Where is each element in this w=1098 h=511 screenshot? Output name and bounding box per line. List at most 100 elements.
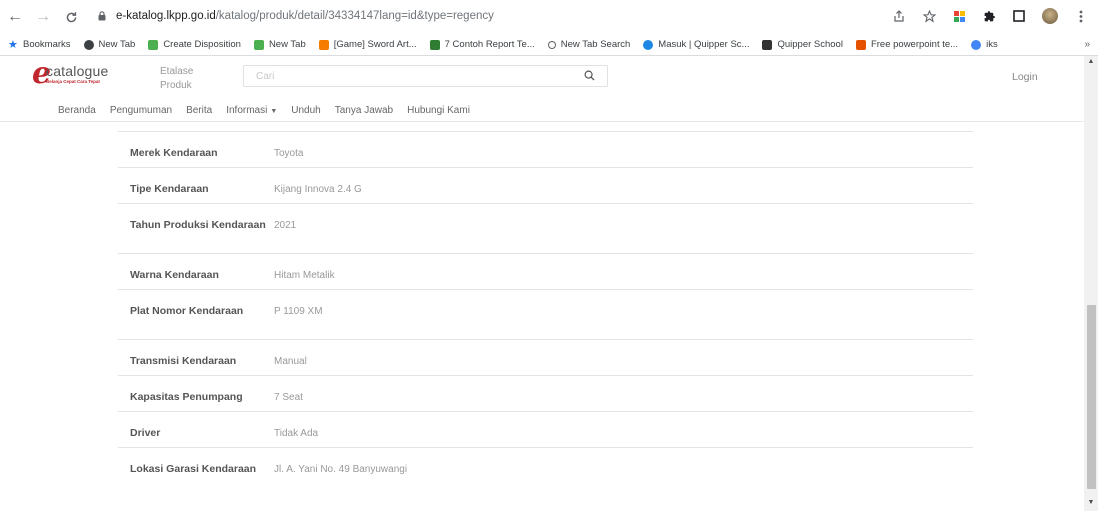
- logo-word: catalogue: [46, 63, 109, 79]
- spec-value: 2021: [274, 220, 297, 231]
- spec-label: Plat Nomor Kendaraan: [130, 305, 244, 317]
- lock-icon[interactable]: [98, 11, 106, 21]
- reload-icon[interactable]: [60, 6, 82, 28]
- blogger-icon: [318, 39, 329, 50]
- spec-row: Lokasi Garasi Kendaraan Jl. A. Yani No. 4…: [118, 447, 973, 497]
- back-icon[interactable]: ←: [4, 6, 26, 28]
- url-host: e-katalog.lkpp.go.id: [116, 10, 216, 22]
- chrome-icon: [83, 39, 94, 50]
- bookmark-item[interactable]: Free powerpoint te...: [855, 39, 959, 50]
- nav-item-label: Tanya Jawab: [334, 105, 394, 116]
- nav-item-label: Berita: [186, 105, 213, 116]
- search-icon[interactable]: [584, 70, 595, 81]
- nav-item-hubungi-kami[interactable]: Hubungi Kami: [407, 105, 470, 116]
- bookmark-label: New Tab: [98, 39, 136, 50]
- bookmarks-bar: ★ Bookmarks New Tab Create Disposition New T…: [0, 34, 1098, 56]
- scrollbar-thumb[interactable]: [1087, 305, 1096, 489]
- page-scrollbar[interactable]: ▲ ▼: [1084, 56, 1098, 511]
- spec-row: Transmisi Kendaraan Manual: [118, 339, 973, 375]
- bookmark-label: Bookmarks: [23, 39, 71, 50]
- bookmark-label: Masuk | Quipper Sc...: [658, 39, 750, 50]
- spec-label: Merek Kendaraan: [130, 147, 218, 159]
- nav-item-tanya-jawab[interactable]: Tanya Jawab: [335, 105, 393, 116]
- spec-value: 7 Seat: [274, 392, 303, 403]
- forward-icon[interactable]: →: [32, 6, 54, 28]
- nav-item-label: Informasi: [226, 105, 268, 116]
- window-icon[interactable]: [1012, 9, 1026, 23]
- star-icon[interactable]: [922, 9, 936, 23]
- etalase-produk-link[interactable]: Etalase Produk: [160, 65, 210, 93]
- spec-label: Kapasitas Penumpang: [130, 391, 243, 403]
- spec-label: Warna Kendaraan: [130, 269, 219, 281]
- site-header: e catalogue Belanja Cepat Cara Tepat Eta…: [0, 56, 1084, 100]
- logo-tagline: Belanja Cepat Cara Tepat: [46, 79, 100, 84]
- bookmark-label: iks: [986, 39, 998, 50]
- spec-row: Merek Kendaraan Toyota: [118, 131, 973, 167]
- bookmark-item[interactable]: ★ Bookmarks: [8, 39, 71, 50]
- spec-label: Lokasi Garasi Kendaraan: [130, 463, 257, 475]
- star-icon: ★: [8, 38, 18, 51]
- spec-label: Tipe Kendaraan: [130, 183, 209, 195]
- bookmark-label: [Game] Sword Art...: [333, 39, 417, 50]
- nav-item-unduh[interactable]: Unduh: [291, 105, 320, 116]
- nav-item-label: Unduh: [291, 105, 321, 116]
- nav-item-berita[interactable]: Berita: [186, 105, 212, 116]
- quipper-icon: [643, 39, 654, 50]
- spec-label: Driver: [130, 427, 161, 439]
- nav-item-label: Pengumuman: [109, 105, 173, 116]
- spec-value: Toyota: [274, 148, 304, 159]
- nav-item-informasi[interactable]: Informasi ▼: [226, 105, 277, 116]
- bookmarks-overflow-icon[interactable]: »: [1084, 39, 1090, 50]
- spec-table: Merek Kendaraan Toyota Tipe Kendaraan Kijan…: [118, 131, 973, 497]
- caret-down-icon: ▼: [270, 108, 278, 115]
- site-nav: Beranda Pengumuman Berita Informasi ▼ Unduh Ta…: [0, 100, 1084, 122]
- pin-icon: [762, 39, 773, 50]
- search-icon: [547, 40, 556, 49]
- bookmark-label: Quipper School: [777, 39, 843, 50]
- bookmark-item[interactable]: New Tab: [83, 39, 136, 50]
- spec-value: Jl. A. Yani No. 49 Banyuwangi: [274, 464, 408, 475]
- spec-value: Tidak Ada: [274, 428, 319, 439]
- search-input[interactable]: [244, 66, 564, 87]
- url-path: /katalog/produk/detail/34334147lang=id&t…: [215, 10, 494, 22]
- spec-row: Tahun Produksi Kendaraan 2021: [118, 203, 973, 253]
- nav-item-pengumuman[interactable]: Pengumuman: [110, 105, 172, 116]
- leaf-icon: [148, 39, 159, 50]
- nav-item-label: Beranda: [58, 105, 96, 116]
- share-icon[interactable]: [892, 9, 906, 23]
- bookmark-item[interactable]: New Tab: [253, 39, 306, 50]
- login-link[interactable]: Login: [1012, 71, 1038, 83]
- nav-item-beranda[interactable]: Beranda: [58, 105, 96, 116]
- bookmark-item[interactable]: [Game] Sword Art...: [318, 39, 417, 50]
- browser-toolbar: ← → e-katalog.lkpp.go.id/katalog/produk/…: [0, 0, 1098, 34]
- scroll-up-icon[interactable]: ▲: [1084, 58, 1098, 68]
- scroll-down-icon[interactable]: ▼: [1084, 499, 1098, 509]
- spec-row: Kapasitas Penumpang 7 Seat: [118, 375, 973, 411]
- bookmark-label: New Tab Search: [560, 39, 631, 50]
- bookmark-label: New Tab: [268, 39, 306, 50]
- spec-label: Transmisi Kendaraan: [130, 355, 237, 367]
- bookmark-item[interactable]: iks: [971, 39, 998, 50]
- bookmark-item[interactable]: New Tab Search: [547, 39, 631, 50]
- extension-icon[interactable]: [952, 9, 966, 23]
- google-icon: [971, 39, 982, 50]
- bookmark-label: Create Disposition: [163, 39, 241, 50]
- p-icon: [855, 39, 866, 50]
- bookmark-item[interactable]: Masuk | Quipper Sc...: [643, 39, 749, 50]
- product-detail: Merek Kendaraan Toyota Tipe Kendaraan Kijan…: [0, 122, 1084, 511]
- site-logo[interactable]: e catalogue Belanja Cepat Cara Tepat: [32, 59, 124, 92]
- puzzle-icon[interactable]: [982, 9, 996, 23]
- bookmark-icon: [429, 39, 440, 50]
- bookmark-item[interactable]: Create Disposition: [148, 39, 241, 50]
- spec-value: P 1109 XM: [274, 306, 323, 317]
- bookmark-item[interactable]: Quipper School: [762, 39, 843, 50]
- url-text[interactable]: e-katalog.lkpp.go.id/katalog/produk/deta…: [116, 10, 494, 22]
- avatar[interactable]: [1042, 8, 1058, 24]
- spec-row: Warna Kendaraan Hitam Metalik: [118, 253, 973, 289]
- bookmark-label: Free powerpoint te...: [870, 39, 959, 50]
- leaf-icon: [253, 39, 264, 50]
- menu-icon[interactable]: [1074, 9, 1088, 23]
- bookmark-item[interactable]: 7 Contoh Report Te...: [429, 39, 535, 50]
- bookmark-label: 7 Contoh Report Te...: [444, 39, 535, 50]
- spec-row: Tipe Kendaraan Kijang Innova 2.4 G: [118, 167, 973, 203]
